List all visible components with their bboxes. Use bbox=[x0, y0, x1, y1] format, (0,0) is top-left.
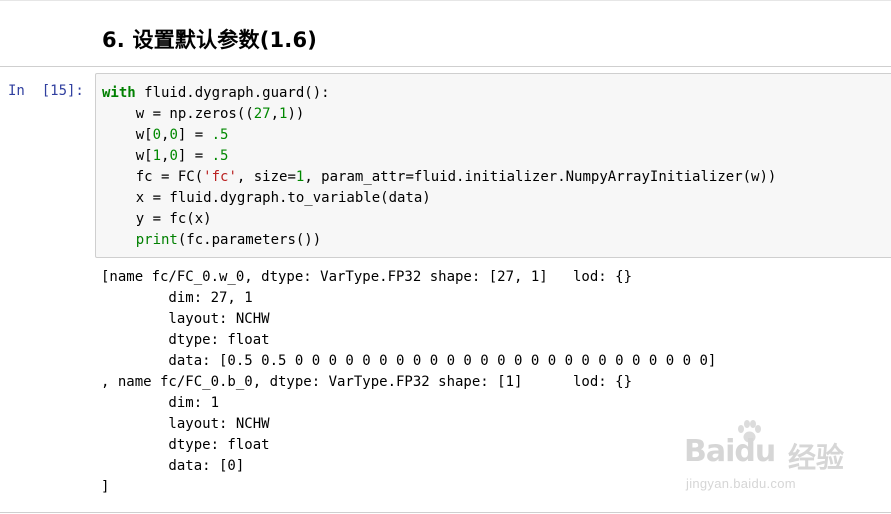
output-line: dtype: float bbox=[101, 437, 270, 453]
output-line: data: [0.5 0.5 0 0 0 0 0 0 0 0 0 0 0 0 0… bbox=[101, 353, 717, 369]
top-border bbox=[0, 0, 891, 1]
cell-output: [name fc/FC_0.w_0, dtype: VarType.FP32 s… bbox=[101, 267, 716, 498]
code-line-8: print(fc.parameters()) bbox=[135, 232, 322, 248]
paw-icon bbox=[738, 420, 761, 443]
code-line-7: y = fc(x) bbox=[102, 211, 212, 227]
section-divider bbox=[0, 66, 891, 67]
watermark-jingyan: 经验 bbox=[788, 441, 845, 474]
code-line-2: w = np.zeros((27,1)) bbox=[102, 106, 305, 122]
input-prompt: In [15]: bbox=[8, 83, 84, 99]
output-line: layout: NCHW bbox=[101, 416, 270, 432]
output-line: ] bbox=[101, 479, 110, 495]
code-line-1: with fluid.dygraph.guard(): bbox=[102, 85, 330, 101]
output-line: data: [0] bbox=[101, 458, 245, 474]
output-line: , name fc/FC_0.b_0, dtype: VarType.FP32 … bbox=[101, 374, 633, 390]
code-line-3: w[0,0] = .5 bbox=[102, 127, 229, 143]
code-cell[interactable]: with fluid.dygraph.guard(): w = np.zeros… bbox=[95, 73, 891, 258]
output-line: [name fc/FC_0.w_0, dtype: VarType.FP32 s… bbox=[101, 269, 633, 285]
output-line: dim: 1 bbox=[101, 395, 220, 411]
output-line: layout: NCHW bbox=[101, 311, 270, 327]
output-line: dim: 27, 1 bbox=[101, 290, 253, 306]
code-line-4: w[1,0] = .5 bbox=[102, 148, 229, 164]
code-line-5: fc = FC('fc', size=1, param_attr=fluid.i… bbox=[102, 169, 777, 185]
section-heading: 6. 设置默认参数(1.6) bbox=[102, 28, 318, 52]
code-line-6: x = fluid.dygraph.to_variable(data) bbox=[102, 190, 431, 206]
bottom-divider bbox=[0, 512, 891, 513]
output-line: dtype: float bbox=[101, 332, 270, 348]
code-editor[interactable]: with fluid.dygraph.guard(): w = np.zeros… bbox=[102, 83, 776, 251]
